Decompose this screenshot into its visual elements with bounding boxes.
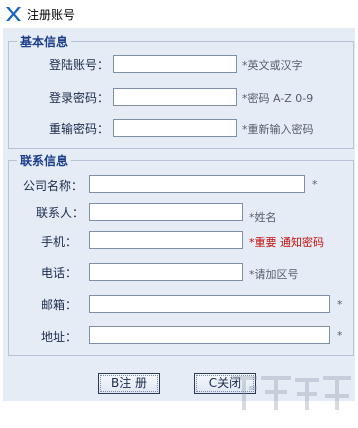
contact-person-hint: *姓名 xyxy=(249,211,277,224)
company-label: 公司名称： xyxy=(23,179,84,193)
mobile-hint: *重要 通知密码 xyxy=(249,236,324,249)
email-field[interactable] xyxy=(89,295,330,313)
app-logo-icon xyxy=(6,7,21,21)
account-label: 登陆账号： xyxy=(49,58,110,72)
email-hint: * xyxy=(337,298,343,311)
password-field[interactable] xyxy=(113,88,237,106)
register-button[interactable]: B注 册 xyxy=(98,373,160,394)
address-hint: * xyxy=(337,329,343,342)
dialog-body: 基本信息 登陆账号： *英文或汉字 登录密码： *密码 A-Z 0-9 重输密码… xyxy=(3,28,355,410)
phone-label: 电话： xyxy=(41,266,78,280)
email-label: 邮箱： xyxy=(41,298,78,312)
mobile-label: 手机： xyxy=(41,235,78,249)
company-hint: * xyxy=(312,178,318,191)
title-bar[interactable]: 注册账号 xyxy=(0,0,358,28)
account-field[interactable] xyxy=(113,55,237,73)
confirm-password-hint: *重新输入密码 xyxy=(242,123,314,136)
phone-hint: *请加区号 xyxy=(249,268,299,281)
contact-person-field[interactable] xyxy=(89,203,243,221)
contact-person-label: 联系人： xyxy=(36,206,85,220)
basic-info-title: 基本信息 xyxy=(17,33,72,50)
phone-field[interactable] xyxy=(89,263,243,281)
register-button-label: B注 册 xyxy=(100,375,158,392)
confirm-password-field[interactable] xyxy=(113,119,237,137)
watermark-logo xyxy=(231,376,351,410)
password-hint: *密码 A-Z 0-9 xyxy=(242,92,314,105)
confirm-password-label: 重输密码： xyxy=(49,122,110,136)
account-hint: *英文或汉字 xyxy=(242,59,303,72)
password-label: 登录密码： xyxy=(49,91,110,105)
address-field[interactable] xyxy=(89,326,330,344)
mobile-field[interactable] xyxy=(89,231,243,249)
company-field[interactable] xyxy=(89,175,305,193)
contact-info-title: 联系信息 xyxy=(17,152,72,169)
window-title: 注册账号 xyxy=(27,8,76,22)
address-label: 地址： xyxy=(41,330,78,344)
